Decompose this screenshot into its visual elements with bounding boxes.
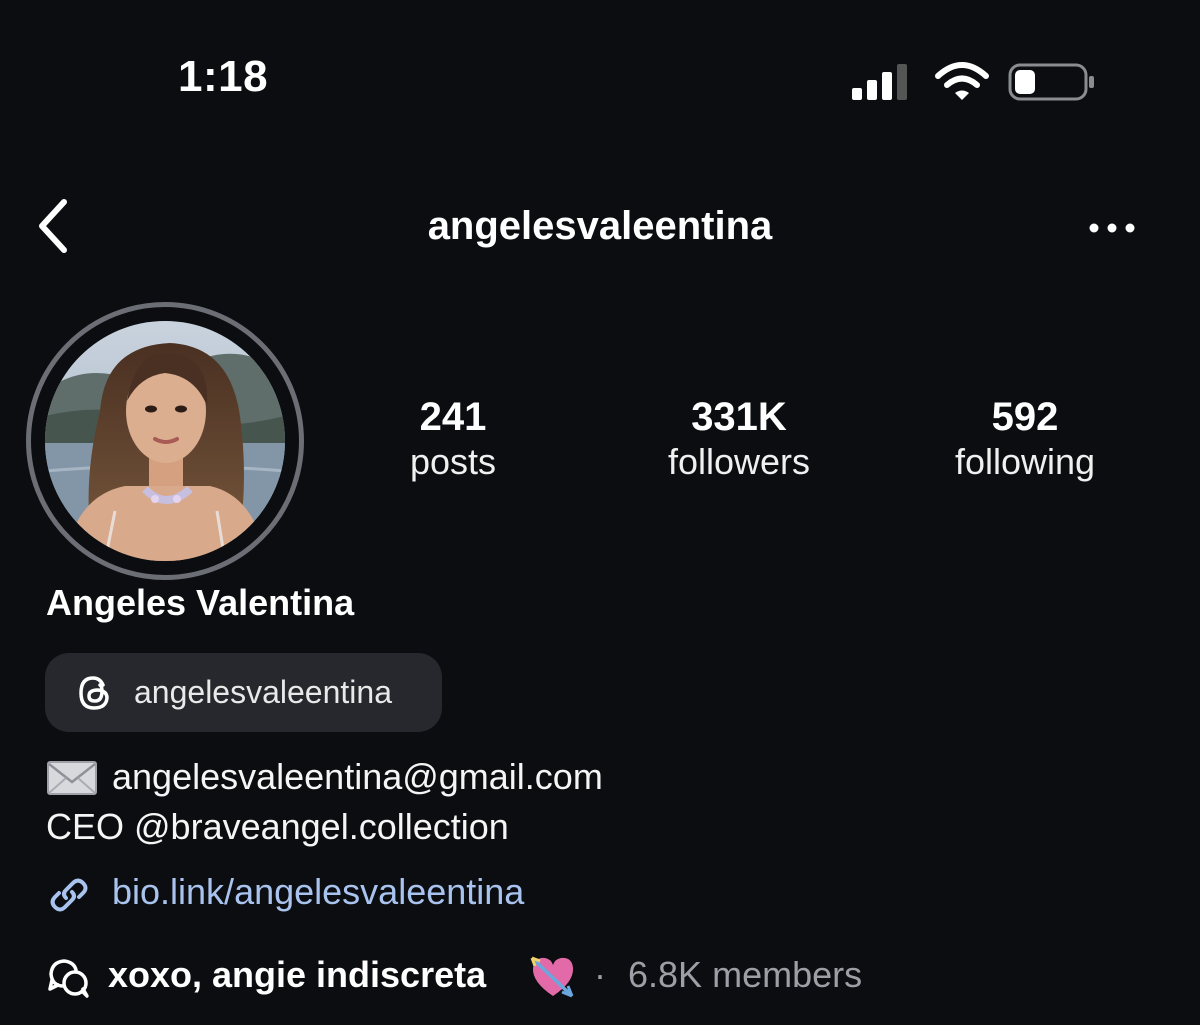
bio-text: CEO @braveangel.collection (46, 806, 509, 847)
stat-value: 592 (991, 395, 1059, 439)
threads-handle[interactable]: angelesvaleentina (134, 674, 392, 711)
signal-icon (852, 62, 912, 100)
separator-dot: · (594, 954, 606, 995)
stat-label: followers (667, 441, 811, 482)
avatar[interactable] (45, 321, 285, 561)
channel-members: · 6.8K members (594, 954, 862, 996)
threads-icon (79, 676, 109, 710)
wifi-icon (935, 62, 989, 100)
channel-name[interactable]: xoxo, angie indiscreta (108, 954, 486, 996)
display-name: Angeles Valentina (46, 582, 355, 623)
bio-email[interactable]: angelesvaleentina@gmail.com (112, 756, 603, 798)
status-time: 1:18 (178, 52, 269, 101)
stat-label: following (954, 441, 1096, 482)
stat-posts[interactable]: 241 posts (333, 394, 573, 484)
profile-username: angelesvaleentina (427, 204, 773, 248)
envelope-icon (47, 761, 97, 795)
stat-value: 331K (691, 395, 787, 439)
stat-value: 241 (419, 395, 487, 439)
broadcast-channel-icon (48, 959, 89, 998)
link-icon (50, 878, 88, 912)
stat-followers[interactable]: 331K followers (619, 394, 859, 484)
heart-arrow-icon (530, 956, 574, 998)
bio-link[interactable]: bio.link/angelesvaleentina (112, 871, 524, 913)
stat-label: posts (409, 441, 497, 482)
stat-following[interactable]: 592 following (905, 394, 1145, 484)
battery-icon (1008, 63, 1094, 101)
members-count: 6.8K members (628, 954, 863, 995)
more-options-icon[interactable] (1086, 216, 1138, 240)
